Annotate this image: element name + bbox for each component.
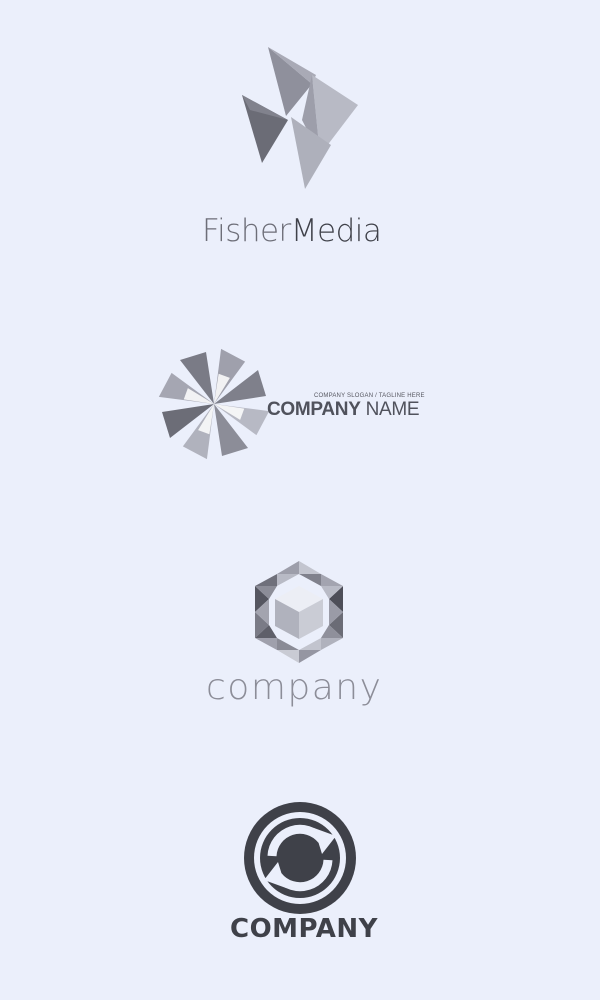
company-bold-wordmark: COMPANY <box>230 914 378 944</box>
logo-sheet: FisherMedia COMPANY SLOGAN / TAGLINE HER… <box>0 0 600 1000</box>
circular-arrows-icon <box>244 802 356 914</box>
